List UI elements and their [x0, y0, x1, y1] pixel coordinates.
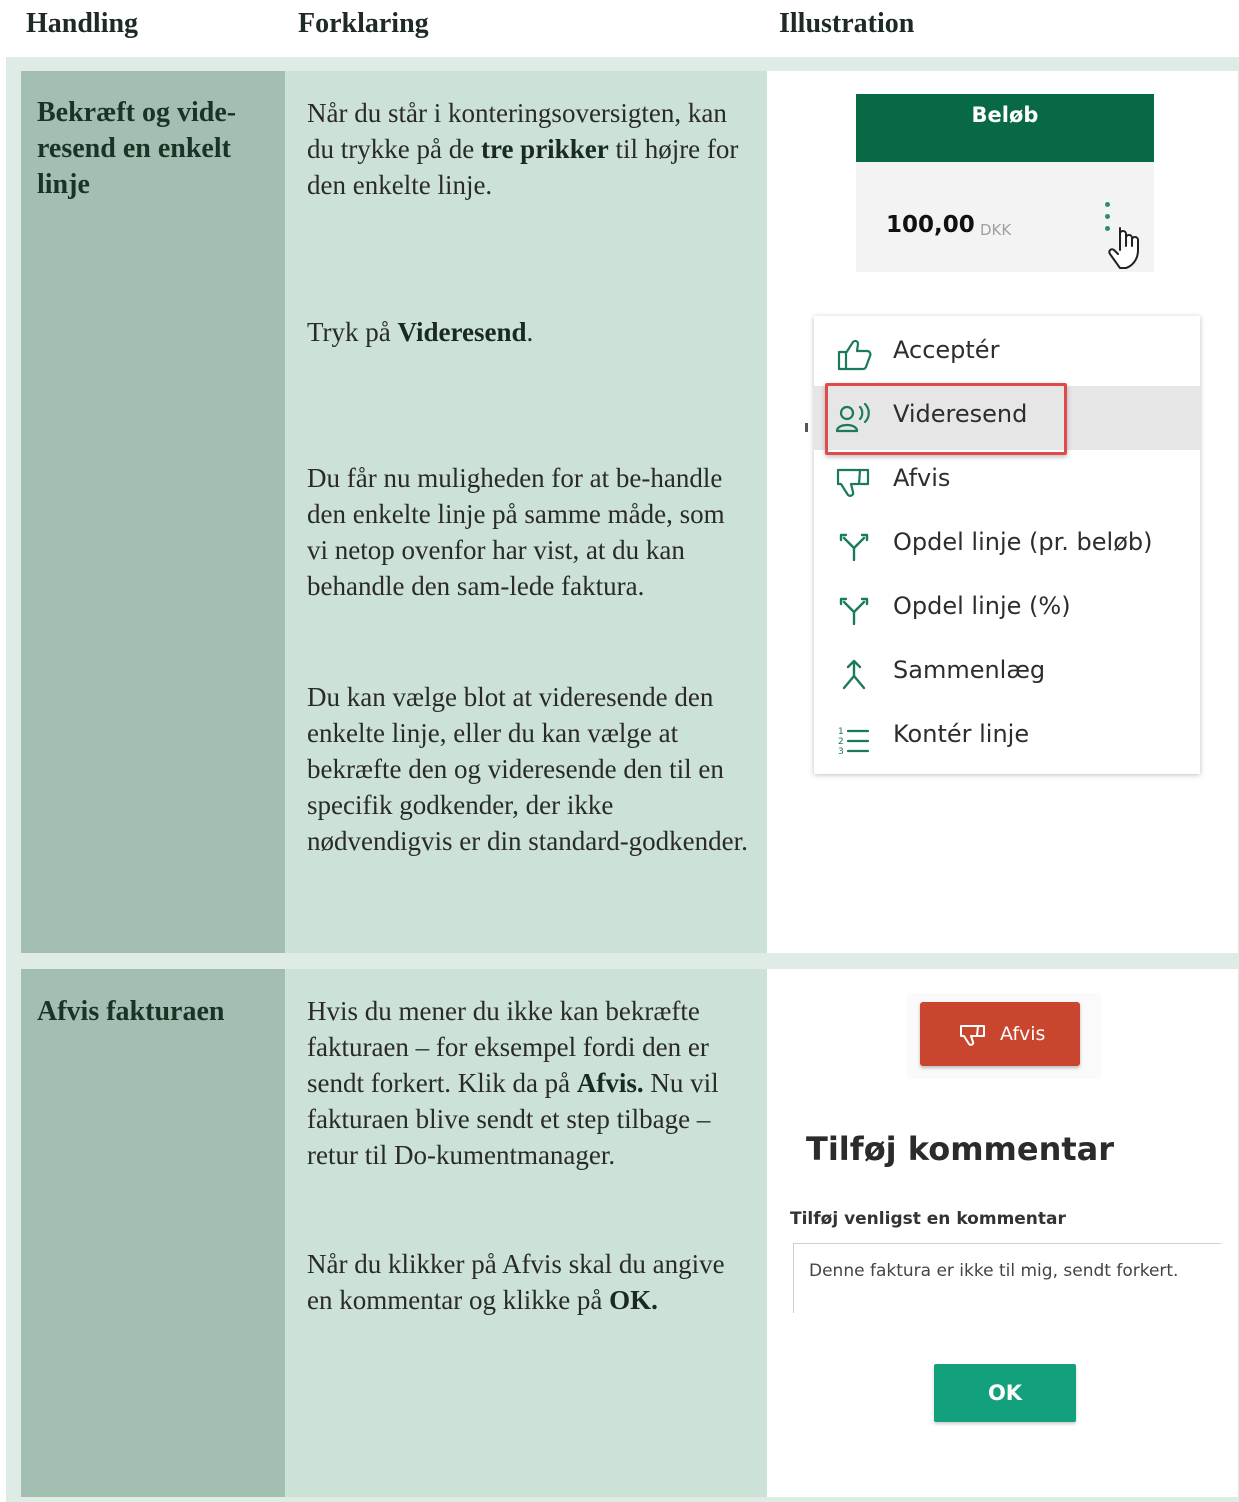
row1-paragraph-2: Tryk på Videresend. [307, 317, 534, 347]
header-handling: Handling [26, 8, 139, 39]
svg-text:3: 3 [838, 747, 844, 756]
divider [805, 423, 808, 432]
ok-button[interactable]: OK [934, 1364, 1076, 1422]
row2-paragraph-1: Hvis du mener du ikke kan bekræfte faktu… [307, 996, 719, 1170]
row2-paragraph-2: Når du klikker på Afvis skal du angive e… [307, 1249, 725, 1315]
menu-item-opdel-procent[interactable]: Opdel linje (%) [814, 578, 1200, 642]
amount-card: Beløb 100,00 DKK [856, 94, 1154, 272]
menu-item-sammenlaeg[interactable]: Sammenlæg [814, 642, 1200, 706]
svg-text:2: 2 [838, 737, 844, 747]
amount-column-header: Beløb [856, 94, 1154, 162]
split-icon [839, 533, 869, 562]
svg-text:1: 1 [838, 727, 844, 737]
amount-value: 100,00 [886, 212, 975, 238]
highlight-box [825, 383, 1067, 455]
dialog-title: Tilføj kommentar [806, 1130, 1115, 1168]
row1-paragraph-3: Du får nu muligheden for at be-handle de… [307, 463, 725, 601]
menu-item-label: Acceptér [893, 336, 1000, 364]
row1-paragraph-1: Når du står i konteringsoversigten, kan … [307, 98, 739, 200]
thumbs-down-icon [836, 468, 870, 497]
header-forklaring: Forklaring [298, 8, 429, 39]
hand-cursor-icon [1108, 227, 1139, 269]
numbered-list-icon: 1 2 3 [838, 727, 870, 756]
menu-item-label: Afvis [893, 464, 951, 492]
row1-handling-cell [21, 71, 285, 953]
row2-title: Afvis fakturaen [37, 996, 225, 1027]
header-illustration: Illustration [779, 8, 915, 39]
comment-field[interactable]: Denne faktura er ikke til mig, sendt for… [793, 1243, 1221, 1313]
thumbs-down-icon [960, 1025, 985, 1046]
afvis-button[interactable]: Afvis [920, 1002, 1080, 1066]
row1-title: Bekræft og vide-resend en enkelt linje [37, 97, 237, 200]
menu-item-label: Opdel linje (%) [893, 592, 1071, 620]
menu-item-accepter[interactable]: Acceptér [814, 322, 1200, 386]
thumbs-up-icon [837, 339, 872, 371]
menu-item-konter-linje[interactable]: 1 2 3 Kontér linje [814, 706, 1200, 770]
menu-item-label: Kontér linje [893, 720, 1030, 748]
afvis-button-label: Afvis [1000, 1023, 1046, 1045]
menu-item-label: Sammenlæg [893, 656, 1046, 684]
menu-item-opdel-belob[interactable]: Opdel linje (pr. beløb) [814, 514, 1200, 578]
comment-field-label: Tilføj venligst en kommentar [790, 1209, 1066, 1229]
amount-currency: DKK [980, 221, 1012, 239]
split-icon [839, 597, 869, 626]
merge-icon [842, 659, 866, 690]
row2-handling-cell [21, 969, 285, 1497]
comment-value: Denne faktura er ikke til mig, sendt for… [809, 1261, 1179, 1281]
menu-item-afvis[interactable]: Afvis [814, 450, 1200, 514]
row1-paragraph-4: Du kan vælge blot at videresende den enk… [307, 682, 748, 856]
menu-item-label: Opdel linje (pr. beløb) [893, 528, 1153, 556]
